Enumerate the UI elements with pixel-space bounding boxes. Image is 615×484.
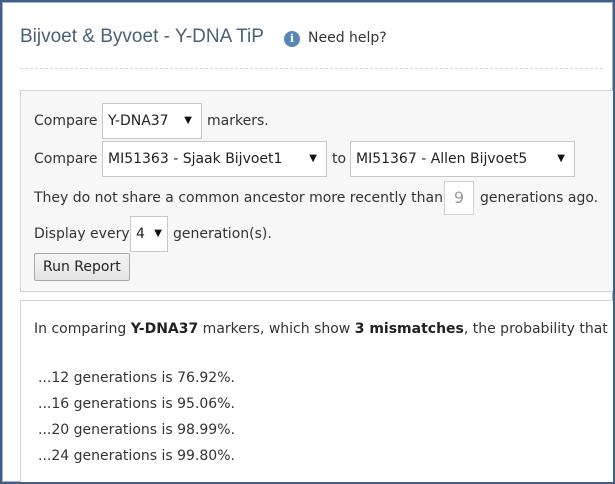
summary-markers: Y-DNA37	[130, 321, 199, 337]
to-label: to	[332, 151, 347, 167]
results-panel: In comparing Y-DNA37 markers, which show…	[20, 300, 613, 482]
result-line: ...24 generations is 99.80%.	[38, 448, 235, 464]
compare-label: Compare	[34, 113, 98, 129]
chevron-down-icon: ▼	[309, 153, 317, 164]
results-summary: In comparing Y-DNA37 markers, which show…	[34, 321, 613, 337]
compare-label-2: Compare	[34, 151, 98, 167]
marker-select-value: Y-DNA37	[108, 113, 169, 129]
report-form: Compare Y-DNA37 ▼ markers. Compare MI513…	[20, 90, 613, 292]
people-row: Compare MI51363 - Sjaak Bijvoet1 ▼ to MI…	[34, 141, 613, 177]
chevron-down-icon: ▼	[557, 153, 565, 164]
need-help-link[interactable]: Need help?	[308, 30, 387, 46]
summary-suffix: , the probability that	[463, 321, 613, 337]
page-title: Bijvoet & Byvoet - Y-DNA TiP	[20, 26, 264, 47]
page-header: Bijvoet & Byvoet - Y-DNA TiP i Need help…	[20, 20, 603, 69]
ancestor-row: They do not share a common ancestor more…	[34, 180, 613, 216]
ancestor-text: They do not share a common ancestor more…	[34, 190, 443, 206]
summary-middle: markers, which show	[198, 321, 355, 337]
person2-select-value: MI51367 - Allen Bijvoet5	[356, 151, 528, 167]
generations-ago-label: generations ago.	[480, 190, 599, 206]
chevron-down-icon: ▼	[154, 228, 162, 239]
app-window: Bijvoet & Byvoet - Y-DNA TiP i Need help…	[0, 0, 615, 484]
display-every-select[interactable]: 4 ▼	[130, 216, 168, 252]
run-report-button[interactable]: Run Report	[34, 253, 130, 281]
person2-select[interactable]: MI51367 - Allen Bijvoet5 ▼	[350, 141, 575, 177]
person1-select-value: MI51363 - Sjaak Bijvoet1	[108, 151, 283, 167]
marker-select[interactable]: Y-DNA37 ▼	[102, 103, 202, 139]
result-line: ...12 generations is 76.92%.	[38, 370, 235, 386]
result-line: ...16 generations is 95.06%.	[38, 396, 235, 412]
info-icon[interactable]: i	[284, 31, 300, 47]
display-row: Display every 4 ▼ generation(s).	[34, 216, 613, 252]
result-line: ...20 generations is 98.99%.	[38, 422, 235, 438]
display-every-label: Display every	[34, 226, 130, 242]
markers-label: markers.	[207, 113, 269, 129]
summary-mismatches: 3 mismatches	[354, 321, 464, 337]
person1-select[interactable]: MI51363 - Sjaak Bijvoet1 ▼	[102, 141, 327, 177]
marker-row: Compare Y-DNA37 ▼ markers.	[34, 103, 613, 139]
summary-prefix: In comparing	[34, 321, 131, 337]
generations-input[interactable]: 9	[444, 181, 474, 215]
generations-label: generation(s).	[173, 226, 272, 242]
display-every-value: 4	[136, 226, 145, 242]
chevron-down-icon: ▼	[184, 115, 192, 126]
